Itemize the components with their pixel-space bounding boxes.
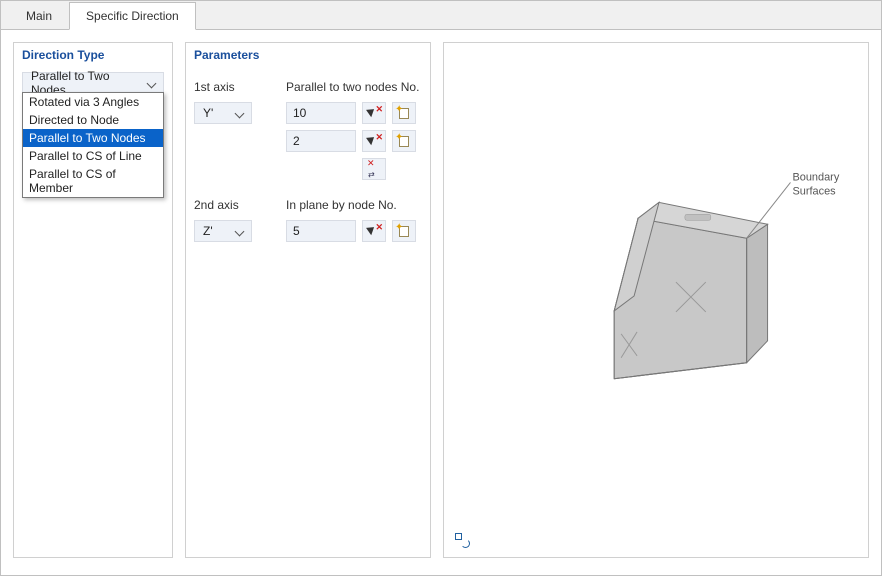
dd-option-parallel-two-nodes[interactable]: Parallel to Two Nodes: [23, 129, 163, 147]
nodes1-label: Parallel to two nodes No.: [286, 80, 422, 94]
new-node1a-button[interactable]: ✦: [392, 102, 416, 124]
annotation-line2: Surfaces: [792, 185, 836, 197]
node2-input[interactable]: 5: [286, 220, 356, 242]
preview-3d-icon: Boundary Surfaces: [444, 43, 868, 557]
node1b-input[interactable]: 2: [286, 130, 356, 152]
swap-nodes-button[interactable]: [362, 158, 386, 180]
chevron-down-icon: [235, 226, 245, 236]
refresh-icon: [454, 532, 470, 548]
dd-option-rotated[interactable]: Rotated via 3 Angles: [23, 93, 163, 111]
swap-icon: [367, 162, 381, 176]
pick-icon: ✕: [367, 224, 381, 238]
new-node2-button[interactable]: ✦: [392, 220, 416, 242]
chevron-down-icon: [235, 108, 245, 118]
axis1-value: Y': [203, 106, 213, 120]
direction-type-panel: Direction Type Parallel to Two Nodes Rot…: [13, 42, 173, 558]
parameters-panel: Parameters 1st axis Parallel to two node…: [185, 42, 431, 558]
new-icon: ✦: [397, 134, 411, 148]
direction-type-dropdown[interactable]: Parallel to Two Nodes: [22, 72, 164, 94]
tab-specific-direction[interactable]: Specific Direction: [69, 2, 196, 30]
pick-node1a-button[interactable]: ✕: [362, 102, 386, 124]
annotation-line1: Boundary: [792, 171, 839, 183]
direction-type-title: Direction Type: [14, 43, 172, 72]
node1a-input[interactable]: 10: [286, 102, 356, 124]
chevron-down-icon: [147, 78, 157, 88]
refresh-preview-button[interactable]: [450, 529, 474, 551]
new-node1b-button[interactable]: ✦: [392, 130, 416, 152]
preview-panel: Boundary Surfaces: [443, 42, 869, 558]
axis1-select[interactable]: Y': [194, 102, 252, 124]
pick-node2-button[interactable]: ✕: [362, 220, 386, 242]
axis1-label: 1st axis: [194, 80, 252, 94]
axis2-label: 2nd axis: [194, 198, 252, 212]
dd-option-parallel-cs-line[interactable]: Parallel to CS of Line: [23, 147, 163, 165]
axis2-select[interactable]: Z': [194, 220, 252, 242]
dd-option-parallel-cs-member[interactable]: Parallel to CS of Member: [23, 165, 163, 197]
new-icon: ✦: [397, 106, 411, 120]
new-icon: ✦: [397, 224, 411, 238]
pick-icon: ✕: [367, 106, 381, 120]
direction-type-dropdown-list: Rotated via 3 Angles Directed to Node Pa…: [22, 92, 164, 198]
pick-node1b-button[interactable]: ✕: [362, 130, 386, 152]
parameters-title: Parameters: [186, 43, 430, 72]
tab-main[interactable]: Main: [9, 2, 69, 30]
nodes2-label: In plane by node No.: [286, 198, 422, 212]
dd-option-directed[interactable]: Directed to Node: [23, 111, 163, 129]
axis2-value: Z': [203, 224, 213, 238]
pick-icon: ✕: [367, 134, 381, 148]
